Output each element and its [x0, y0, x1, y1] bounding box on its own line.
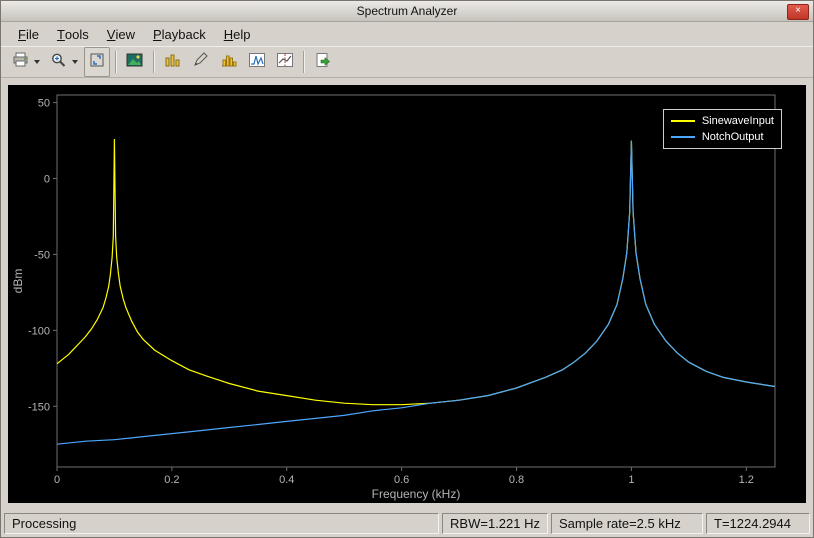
- legend-label: NotchOutput: [701, 131, 764, 143]
- y-tick-label: -100: [28, 325, 50, 337]
- x-tick-label: 1.2: [739, 474, 754, 486]
- toolbar-separator: [153, 51, 155, 73]
- page-arrow-icon: [314, 52, 332, 73]
- x-tick-label: 0: [54, 474, 60, 486]
- fit-to-view-button[interactable]: [84, 47, 110, 77]
- legend-line-sample: [670, 120, 695, 122]
- pencil-icon: [192, 51, 210, 73]
- x-tick-label: 0.8: [509, 474, 524, 486]
- window-title: Spectrum Analyzer: [356, 4, 458, 18]
- y-tick-label: 50: [38, 98, 50, 110]
- menu-view[interactable]: View: [98, 22, 144, 46]
- peak-finder-button[interactable]: [244, 47, 270, 77]
- dropdown-arrow-icon[interactable]: [72, 60, 78, 64]
- histogram-button[interactable]: [216, 47, 242, 77]
- spectrum-analyzer-window: Spectrum Analyzer × File Tools View Playbac…: [0, 0, 814, 538]
- x-tick-label: 1: [628, 474, 634, 486]
- figure-area: 0 0.2 0.4 0.6 0.8 1 1.2 50 0 -50 -100 -150 Frequency…: [1, 78, 813, 510]
- legend-entry-sinewaveinput[interactable]: SinewaveInput: [670, 113, 774, 129]
- y-tick-label: -150: [28, 401, 50, 413]
- spectrogram-button[interactable]: [122, 47, 148, 77]
- status-bar: Processing RBW=1.221 Hz Sample rate=2.5 k…: [1, 510, 813, 537]
- status-cell-time: T=1224.2944: [706, 513, 810, 534]
- toolbar: [1, 46, 813, 78]
- dropdown-arrow-icon[interactable]: [34, 60, 40, 64]
- toolbar-separator: [115, 51, 117, 73]
- trace-notchoutput: [57, 140, 775, 445]
- legend-entry-notchoutput[interactable]: NotchOutput: [670, 129, 774, 145]
- legend[interactable]: SinewaveInput NotchOutput: [662, 109, 782, 149]
- x-axis-label: Frequency (kHz): [372, 487, 461, 501]
- status-message: Processing: [4, 513, 440, 534]
- menu-playback[interactable]: Playback: [144, 22, 215, 46]
- legend-line-sample: [670, 136, 695, 138]
- x-tick-label: 0.6: [394, 474, 409, 486]
- cursor-trace-icon: [276, 52, 294, 73]
- menu-file[interactable]: File: [9, 22, 48, 46]
- status-cell-rbw: RBW=1.221 Hz: [442, 513, 548, 534]
- scope-display[interactable]: 0 0.2 0.4 0.6 0.8 1 1.2 50 0 -50 -100 -150 Frequency…: [8, 85, 806, 503]
- y-tick-label: -50: [34, 249, 50, 261]
- image-icon: [126, 52, 144, 73]
- title-bar[interactable]: Spectrum Analyzer ×: [1, 1, 813, 22]
- magnifier-icon: [50, 52, 68, 73]
- close-button[interactable]: ×: [787, 4, 809, 20]
- expand-icon: [88, 52, 106, 73]
- y-axis-label: dBm: [11, 269, 25, 294]
- y-tick-label: 0: [44, 174, 50, 186]
- mask-bars-icon: [164, 52, 182, 73]
- spectral-mask-button[interactable]: [160, 47, 186, 77]
- toolbar-separator: [303, 51, 305, 73]
- export-button[interactable]: [310, 47, 336, 77]
- axes-box: [56, 94, 776, 468]
- peak-trace-icon: [248, 52, 266, 73]
- menu-help[interactable]: Help: [215, 22, 260, 46]
- cursor-measurements-button[interactable]: [272, 47, 298, 77]
- zoom-button[interactable]: [46, 47, 82, 77]
- status-cell-sample-rate: Sample rate=2.5 kHz: [551, 513, 703, 534]
- menu-bar: File Tools View Playback Help: [1, 22, 813, 46]
- legend-label: SinewaveInput: [701, 115, 774, 127]
- menu-tools[interactable]: Tools: [48, 22, 98, 46]
- x-tick-label: 0.2: [164, 474, 179, 486]
- histogram-icon: [220, 52, 238, 73]
- print-button[interactable]: [8, 47, 44, 77]
- printer-icon: [12, 52, 30, 73]
- trace-sinewaveinput: [57, 138, 775, 406]
- annotate-button[interactable]: [188, 47, 214, 77]
- x-tick-label: 0.4: [279, 474, 294, 486]
